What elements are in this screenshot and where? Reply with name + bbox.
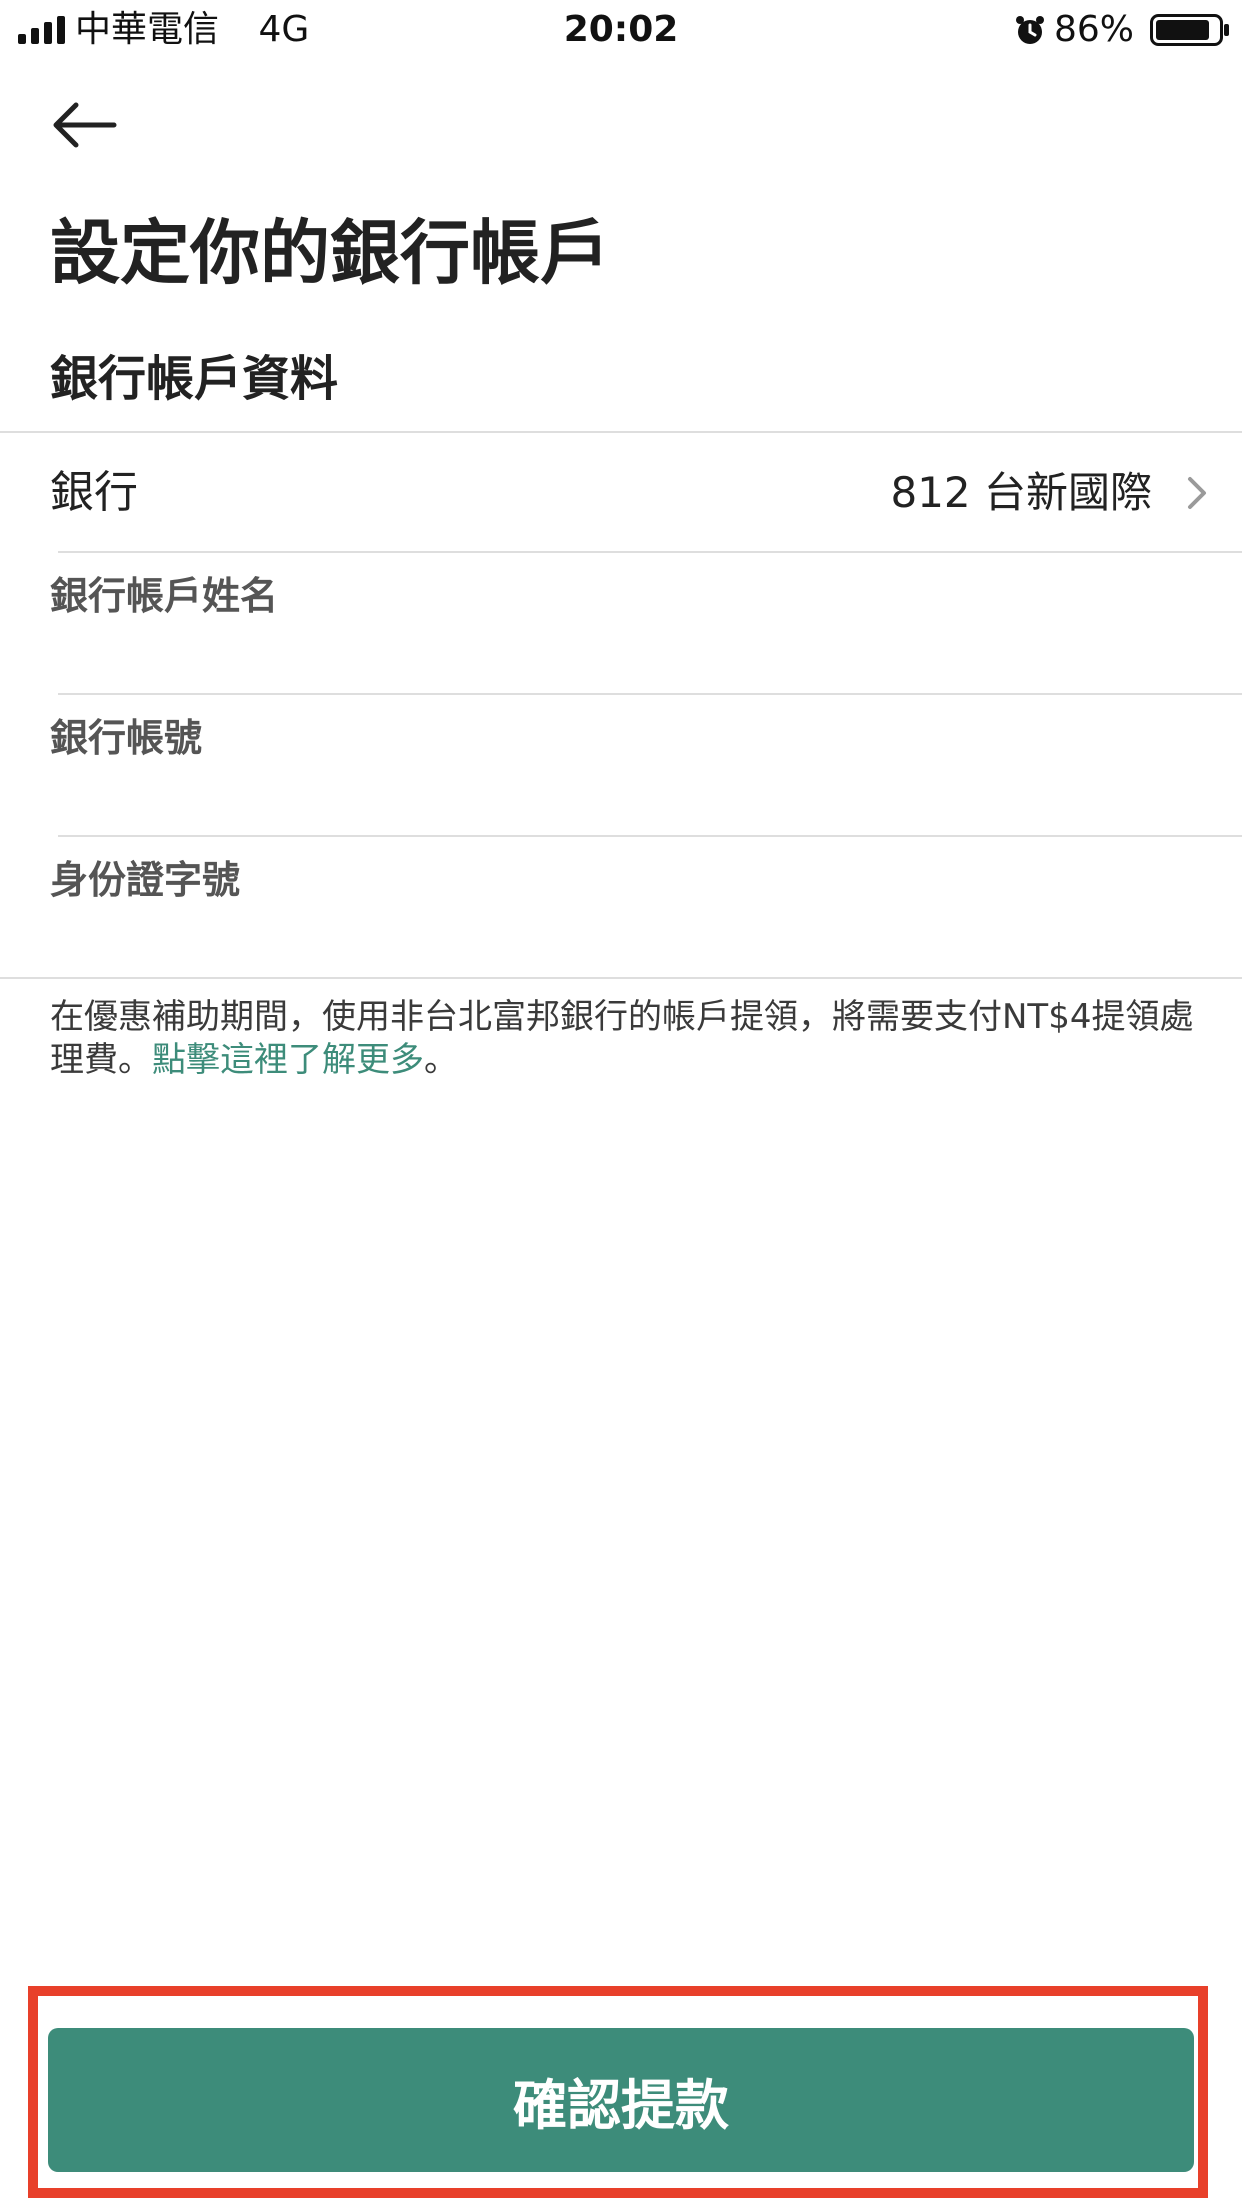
bank-label: 銀行: [50, 467, 138, 518]
chevron-right-icon: [1188, 477, 1206, 509]
account-name-label: 銀行帳戶姓名: [50, 574, 279, 618]
alarm-clock-icon: [1016, 16, 1044, 44]
bank-select-row[interactable]: 銀行 812 台新國際: [0, 433, 1242, 551]
id-number-label: 身份證字號: [50, 858, 241, 902]
bank-value: 812 台新國際: [890, 468, 1152, 517]
id-number-field: 身份證字號: [0, 837, 1242, 977]
account-number-field: 銀行帳號: [0, 695, 1242, 835]
account-number-input[interactable]: [50, 767, 1190, 827]
account-number-label: 銀行帳號: [50, 716, 203, 760]
fee-notice-suffix: 。: [424, 1040, 458, 1080]
id-number-input[interactable]: [50, 909, 1190, 969]
account-name-field: 銀行帳戶姓名: [0, 553, 1242, 693]
account-name-input[interactable]: [50, 625, 1190, 685]
confirm-withdraw-button[interactable]: 確認提款: [48, 2028, 1194, 2172]
battery-percentage: 86%: [1053, 9, 1134, 50]
learn-more-link[interactable]: 點擊這裡了解更多: [152, 1040, 424, 1080]
section-title: 銀行帳戶資料: [50, 351, 339, 407]
arrow-left-icon[interactable]: [50, 100, 120, 150]
fee-notice: 在優惠補助期間，使用非台北富邦銀行的帳戶提領，將需要支付NT$4提領處理費。點擊…: [50, 996, 1200, 1082]
page-title: 設定你的銀行帳戶: [50, 212, 610, 294]
battery-icon: [1150, 14, 1229, 46]
divider: [0, 977, 1242, 979]
